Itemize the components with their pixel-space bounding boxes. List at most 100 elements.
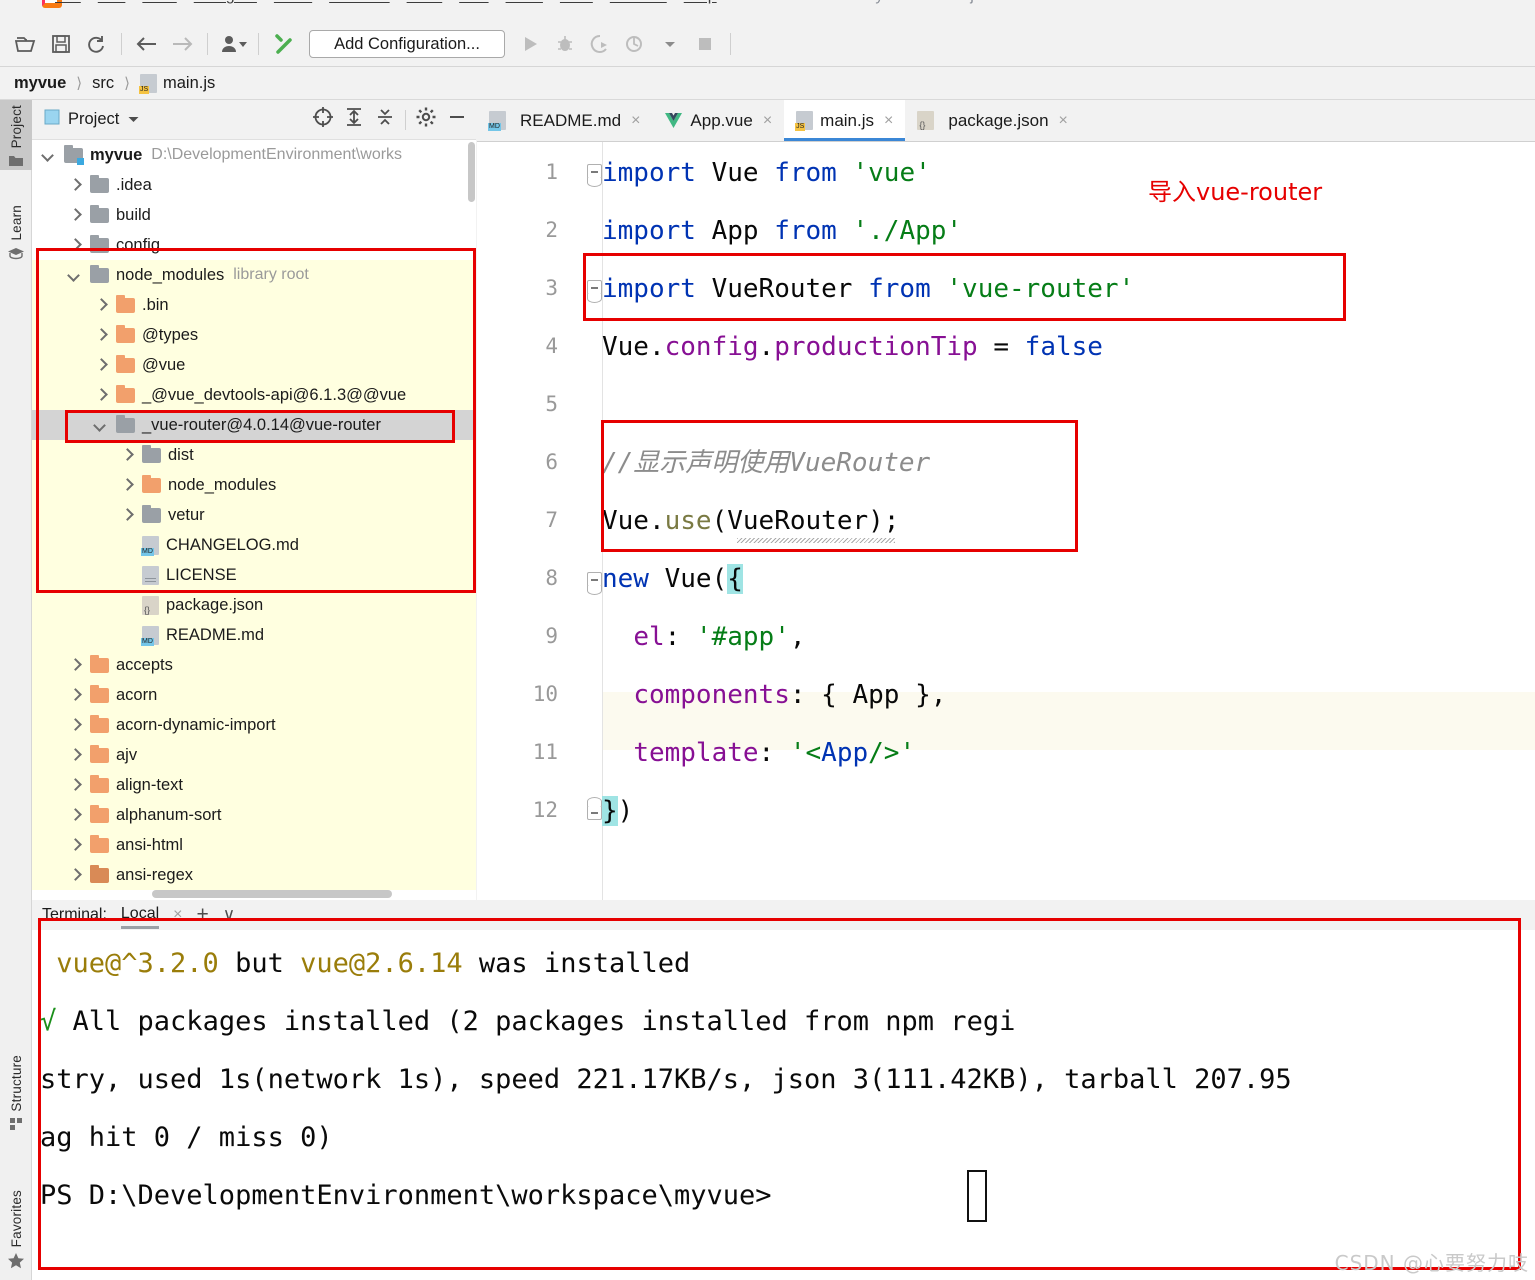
terminal-output[interactable]: vue@^3.2.0 but vue@2.6.14 was installed √… <box>32 930 1535 1280</box>
run-icon[interactable] <box>514 29 546 59</box>
tab-App-vue[interactable]: App.vue × <box>652 100 784 141</box>
menu-item-edit[interactable]: Edit <box>98 0 126 5</box>
code-content[interactable]: import Vue from 'vue' import App from '.… <box>602 142 1535 900</box>
collapse-all-icon[interactable] <box>374 106 396 133</box>
chevron-down-icon[interactable] <box>42 148 56 162</box>
menu-item-help[interactable]: Help <box>684 0 717 5</box>
sidebar-item-structure[interactable]: Structure <box>0 1050 32 1134</box>
project-panel-dropdown-icon[interactable] <box>127 111 140 129</box>
tree-row[interactable]: .idea <box>32 170 476 200</box>
tree-row[interactable]: myvue D:\DevelopmentEnvironment\works <box>32 140 476 170</box>
tree-row[interactable]: alphanum-sort <box>32 800 476 830</box>
code-editor[interactable]: 1 2 3 4 5 6 7 8 9 10 11 12 import Vue from 'vue' im… <box>477 142 1535 900</box>
breadcrumb-file[interactable]: main.js <box>163 74 215 93</box>
terminal-add-icon[interactable]: + <box>197 903 209 927</box>
menu-item-navigate[interactable]: Navigate <box>194 0 257 5</box>
fold-marker-line1[interactable] <box>587 164 602 187</box>
breadcrumb-project[interactable]: myvue <box>14 74 66 93</box>
tree-row[interactable]: ansi-regex <box>32 860 476 890</box>
chevron-right-icon[interactable] <box>68 658 82 672</box>
chevron-right-icon[interactable] <box>68 688 82 702</box>
breadcrumb-folder[interactable]: src <box>92 74 114 93</box>
terminal-tab-close-icon[interactable]: × <box>173 906 182 924</box>
locate-target-icon[interactable] <box>312 106 334 133</box>
add-configuration-button[interactable]: Add Configuration... <box>309 30 505 58</box>
fold-marker-line8[interactable] <box>587 572 602 595</box>
chevron-right-icon[interactable] <box>68 748 82 762</box>
chevron-right-icon[interactable] <box>68 238 82 252</box>
debug-icon[interactable] <box>549 29 581 59</box>
chevron-down-icon[interactable] <box>94 418 108 432</box>
tree-row[interactable]: @vue <box>32 350 476 380</box>
save-icon[interactable] <box>45 29 77 59</box>
forward-arrow-icon[interactable] <box>166 29 198 59</box>
profile-dropdown-icon[interactable] <box>654 29 686 59</box>
chevron-down-icon[interactable] <box>68 268 82 282</box>
tree-row[interactable]: build <box>32 200 476 230</box>
close-icon[interactable]: × <box>884 112 893 130</box>
run-coverage-icon[interactable] <box>584 29 616 59</box>
close-icon[interactable]: × <box>763 112 772 130</box>
tree-row[interactable]: align-text <box>32 770 476 800</box>
chevron-right-icon[interactable] <box>94 298 108 312</box>
tree-row[interactable]: acorn <box>32 680 476 710</box>
gear-icon[interactable] <box>415 106 437 133</box>
close-icon[interactable]: × <box>1059 112 1068 130</box>
tree-row[interactable]: _@vue_devtools-api@6.1.3@@vue <box>32 380 476 410</box>
tree-row[interactable]: acorn-dynamic-import <box>32 710 476 740</box>
back-arrow-icon[interactable] <box>131 29 163 59</box>
chevron-right-icon[interactable] <box>68 178 82 192</box>
tree-row[interactable]: README.md <box>32 620 476 650</box>
fold-marker-line3[interactable] <box>587 280 602 303</box>
chevron-right-icon[interactable] <box>120 448 134 462</box>
project-tree[interactable]: myvue D:\DevelopmentEnvironment\works .ide… <box>32 140 476 900</box>
sidebar-item-learn[interactable]: Learn <box>0 200 32 263</box>
menu-item-build[interactable]: Build <box>407 0 443 5</box>
chevron-right-icon[interactable] <box>120 478 134 492</box>
tree-row[interactable]: ansi-html <box>32 830 476 860</box>
tree-row[interactable]: accepts <box>32 650 476 680</box>
build-hammer-icon[interactable] <box>268 29 300 59</box>
chevron-right-icon[interactable] <box>120 508 134 522</box>
stop-icon[interactable] <box>689 29 721 59</box>
user-icon[interactable] <box>217 29 249 59</box>
chevron-right-icon[interactable] <box>68 778 82 792</box>
close-icon[interactable]: × <box>631 112 640 130</box>
menu-item-tools[interactable]: Tools <box>506 0 543 5</box>
tab-package-json[interactable]: package.json × <box>905 100 1080 141</box>
tree-row[interactable]: @types <box>32 320 476 350</box>
tree-row[interactable]: dist <box>32 440 476 470</box>
minimize-icon[interactable] <box>446 106 468 133</box>
tree-row[interactable]: vetur <box>32 500 476 530</box>
tree-row[interactable]: config <box>32 230 476 260</box>
chevron-right-icon[interactable] <box>94 358 108 372</box>
tab-README-md[interactable]: README.md × <box>477 100 652 141</box>
tree-row[interactable]: ajv <box>32 740 476 770</box>
open-folder-icon[interactable] <box>10 29 42 59</box>
tree-row[interactable]: .bin <box>32 290 476 320</box>
menu-item-refactor[interactable]: Refactor <box>329 0 389 5</box>
chevron-right-icon[interactable] <box>68 808 82 822</box>
editor-tab-bar[interactable]: README.md × App.vue × main.js × package.json × <box>477 100 1535 142</box>
tree-row[interactable]: node_modules library root <box>32 260 476 290</box>
fold-marker-line12[interactable] <box>587 797 602 820</box>
menu-item-window[interactable]: Window <box>610 0 667 5</box>
sidebar-item-project[interactable]: Project <box>0 100 32 171</box>
expand-all-icon[interactable] <box>343 106 365 133</box>
menu-item-view[interactable]: View <box>142 0 176 5</box>
chevron-right-icon[interactable] <box>94 388 108 402</box>
chevron-right-icon[interactable] <box>68 208 82 222</box>
tree-row[interactable]: _vue-router@4.0.14@vue-router <box>32 410 476 440</box>
sidebar-item-favorites[interactable]: Favorites <box>0 1185 32 1272</box>
chevron-right-icon[interactable] <box>68 868 82 882</box>
chevron-right-icon[interactable] <box>94 328 108 342</box>
chevron-right-icon[interactable] <box>68 718 82 732</box>
chevron-right-icon[interactable] <box>68 838 82 852</box>
profile-icon[interactable] <box>619 29 651 59</box>
tab-main-js[interactable]: main.js × <box>784 100 906 141</box>
sync-icon[interactable] <box>80 29 112 59</box>
terminal-tab-local[interactable]: Local <box>120 905 160 929</box>
terminal-dropdown-icon[interactable]: ∨ <box>223 905 235 925</box>
menu-item-vcs[interactable]: VCS <box>560 0 593 5</box>
menu-item-code[interactable]: Code <box>274 0 312 5</box>
